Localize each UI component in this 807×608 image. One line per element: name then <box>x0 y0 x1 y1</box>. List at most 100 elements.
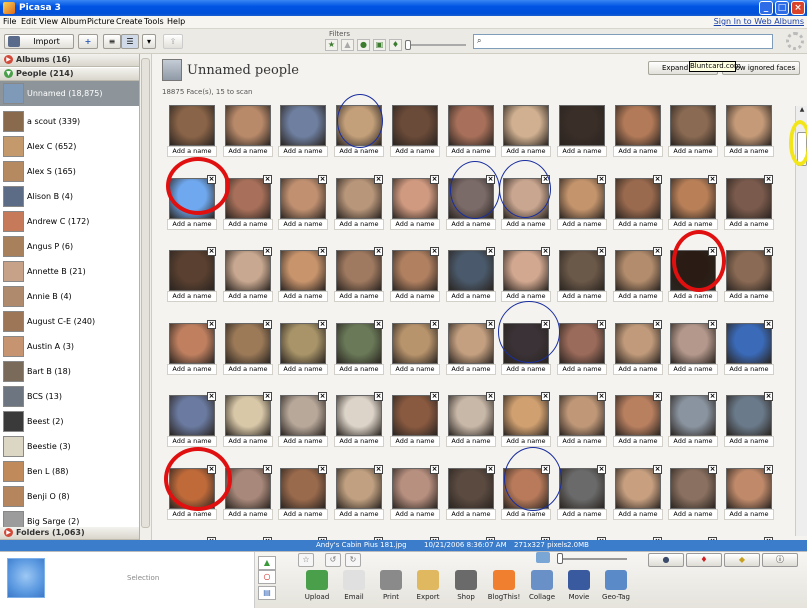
face-card[interactable]: Add a name <box>613 102 663 162</box>
close-button[interactable]: × <box>791 1 805 15</box>
add-a-name-field[interactable]: Add a name <box>167 291 217 302</box>
face-thumbnail[interactable] <box>169 395 215 436</box>
face-card[interactable]: × Add a name <box>557 392 607 452</box>
face-thumbnail[interactable] <box>726 105 772 146</box>
selected-face-thumbnail[interactable] <box>7 558 45 598</box>
ignore-face-close-icon[interactable]: × <box>430 465 439 474</box>
face-thumbnail[interactable] <box>670 468 716 509</box>
face-thumbnail[interactable] <box>503 468 549 509</box>
large-list-view-button[interactable]: ☰ <box>121 34 139 49</box>
sidebar-scroll-thumb[interactable] <box>141 58 150 528</box>
view-dropdown-button[interactable]: ▾ <box>142 34 156 49</box>
menu-create[interactable]: Create <box>116 17 143 26</box>
face-thumbnail[interactable] <box>336 178 382 219</box>
face-card[interactable]: × Add a name <box>613 247 663 307</box>
face-thumbnail[interactable] <box>336 468 382 509</box>
face-card[interactable]: × Add a name <box>390 175 440 235</box>
face-thumbnail[interactable] <box>448 178 494 219</box>
sidebar-person-item[interactable]: Angus P (6) <box>0 234 139 259</box>
ignore-face-close-icon[interactable]: × <box>263 392 272 401</box>
add-a-name-field[interactable]: Add a name <box>724 291 774 302</box>
face-card[interactable]: × Add a name <box>278 175 328 235</box>
face-card[interactable]: × Add a name <box>501 465 551 525</box>
grid-scrollbar[interactable]: ▲ <box>795 106 807 536</box>
face-thumbnail[interactable] <box>503 105 549 146</box>
ignore-face-close-icon[interactable]: × <box>374 392 383 401</box>
face-card[interactable]: Add a name <box>390 102 440 162</box>
face-thumbnail[interactable] <box>559 250 605 291</box>
ignore-face-close-icon[interactable]: × <box>764 175 773 184</box>
face-card[interactable]: × Add a name <box>557 247 607 307</box>
add-a-name-field[interactable]: Add a name <box>446 146 496 157</box>
face-thumbnail[interactable] <box>448 323 494 364</box>
face-card[interactable]: × Add a name <box>557 175 607 235</box>
face-thumbnail[interactable] <box>225 468 271 509</box>
rotate-left-button[interactable]: ↺ <box>325 553 341 567</box>
sidebar-person-item[interactable]: Unnamed (18,875) <box>0 81 139 106</box>
sidebar-person-item[interactable]: Alison B (4) <box>0 184 139 209</box>
ignore-face-close-icon[interactable]: × <box>708 175 717 184</box>
ignore-face-close-icon[interactable]: × <box>486 247 495 256</box>
face-card[interactable]: × Add a name <box>167 247 217 307</box>
info-pane-button[interactable]: ⓘ <box>762 553 798 567</box>
add-a-name-field[interactable]: Add a name <box>501 364 551 375</box>
face-thumbnail[interactable] <box>448 395 494 436</box>
face-card[interactable]: × Add a name <box>446 247 496 307</box>
add-a-name-field[interactable]: Add a name <box>446 436 496 447</box>
face-thumbnail[interactable] <box>615 323 661 364</box>
ignore-face-close-icon[interactable]: × <box>430 392 439 401</box>
add-a-name-field[interactable]: Add a name <box>390 509 440 520</box>
ignore-face-close-icon[interactable]: × <box>653 465 662 474</box>
ignore-face-close-icon[interactable]: × <box>207 320 216 329</box>
ignore-face-close-icon[interactable]: × <box>263 320 272 329</box>
face-card[interactable]: × Add a name <box>613 320 663 380</box>
add-a-name-field[interactable]: Add a name <box>167 146 217 157</box>
ignore-face-close-icon[interactable]: × <box>318 392 327 401</box>
grid-scroll-thumb[interactable] <box>797 132 807 166</box>
add-a-name-field[interactable]: Add a name <box>557 291 607 302</box>
geotag-button[interactable]: Geo-Tag <box>598 570 634 608</box>
ignore-face-close-icon[interactable]: × <box>541 247 550 256</box>
face-thumbnail[interactable] <box>559 105 605 146</box>
face-thumbnail[interactable] <box>392 323 438 364</box>
ignore-face-close-icon[interactable]: × <box>541 175 550 184</box>
sidebar-person-item[interactable]: Annie B (4) <box>0 284 139 309</box>
add-a-name-field[interactable]: Add a name <box>223 219 273 230</box>
face-card[interactable]: Add a name <box>167 102 217 162</box>
ignore-face-close-icon[interactable]: × <box>708 320 717 329</box>
add-a-name-field[interactable]: Add a name <box>334 364 384 375</box>
sidebar-person-item[interactable]: Beest (2) <box>0 409 139 434</box>
add-a-name-field[interactable]: Add a name <box>668 219 718 230</box>
add-a-name-field[interactable]: Add a name <box>334 219 384 230</box>
face-card[interactable]: × Add a name <box>390 465 440 525</box>
face-card[interactable]: × Add a name <box>613 175 663 235</box>
add-a-name-field[interactable]: Add a name <box>557 146 607 157</box>
ignore-face-close-icon[interactable]: × <box>374 465 383 474</box>
face-thumbnail[interactable] <box>169 323 215 364</box>
face-card[interactable]: × Add a name <box>167 175 217 235</box>
face-thumbnail[interactable] <box>559 468 605 509</box>
sidebar-person-item[interactable]: a scout (339) <box>0 109 139 134</box>
ignore-face-close-icon[interactable]: × <box>764 465 773 474</box>
tags-pane-button[interactable]: ◆ <box>724 553 760 567</box>
ignore-face-close-icon[interactable]: × <box>263 175 272 184</box>
face-thumbnail[interactable] <box>336 395 382 436</box>
share-button[interactable]: ⇪ <box>163 34 183 49</box>
add-a-name-field[interactable]: Add a name <box>278 509 328 520</box>
add-a-name-field[interactable]: Add a name <box>501 146 551 157</box>
face-thumbnail[interactable] <box>280 250 326 291</box>
face-thumbnail[interactable] <box>726 468 772 509</box>
ignore-face-close-icon[interactable]: × <box>708 392 717 401</box>
face-card[interactable]: × Add a name <box>501 247 551 307</box>
ignore-face-close-icon[interactable]: × <box>318 465 327 474</box>
face-card[interactable]: × Add a name <box>501 320 551 380</box>
face-card[interactable]: × Add a name <box>223 175 273 235</box>
sidebar-person-item[interactable]: Austin A (3) <box>0 334 139 359</box>
face-thumbnail[interactable] <box>503 178 549 219</box>
folders-section[interactable]: ▶ Folders (1,063) <box>0 527 139 540</box>
ignore-face-close-icon[interactable]: × <box>764 247 773 256</box>
face-card[interactable]: × Add a name <box>223 392 273 452</box>
ignore-face-close-icon[interactable]: × <box>263 465 272 474</box>
face-card[interactable]: × Add a name <box>668 175 718 235</box>
face-thumbnail[interactable] <box>559 178 605 219</box>
